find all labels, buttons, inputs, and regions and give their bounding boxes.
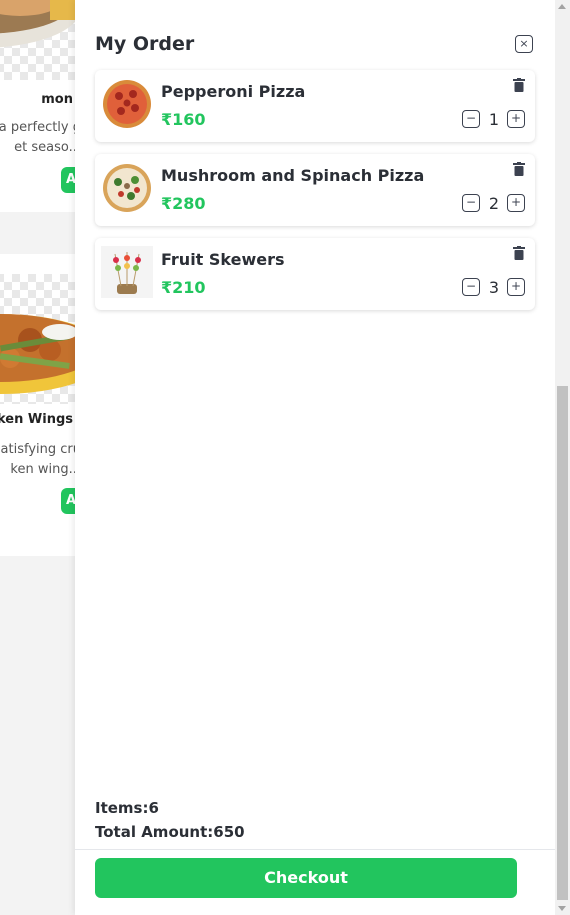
- pepperoni-pizza-image: [101, 78, 153, 130]
- item-name: Mushroom and Spinach Pizza: [161, 166, 425, 185]
- fruit-skewers-image: [101, 246, 153, 298]
- item-quantity: 2: [488, 194, 500, 213]
- decrease-quantity-button[interactable]: −: [462, 110, 480, 128]
- order-drawer: My Order × Pepperoni Pizza ₹160 − 1 + Mu…: [75, 0, 570, 915]
- checkout-button[interactable]: Checkout: [95, 858, 517, 898]
- item-price: ₹210: [161, 278, 206, 297]
- menu-card-salmon: mon a perfectly g et seaso... A: [0, 0, 75, 212]
- item-name: Fruit Skewers: [161, 250, 285, 269]
- total-amount: Total Amount:650: [95, 823, 245, 841]
- item-name: Pepperoni Pizza: [161, 82, 306, 101]
- scroll-down-arrow-icon[interactable]: [558, 906, 566, 911]
- item-quantity: 1: [488, 110, 500, 129]
- increase-quantity-button[interactable]: +: [507, 110, 525, 128]
- menu-card-description: a perfectly g et seaso...: [0, 120, 75, 155]
- menu-card-name: mon: [41, 92, 73, 107]
- add-button[interactable]: A: [61, 488, 75, 514]
- item-price: ₹280: [161, 194, 206, 213]
- trash-icon[interactable]: [513, 246, 525, 260]
- scrollbar[interactable]: [555, 0, 570, 915]
- order-item: Pepperoni Pizza ₹160 − 1 +: [95, 70, 535, 142]
- increase-quantity-button[interactable]: +: [507, 194, 525, 212]
- items-count: Items:6: [95, 799, 159, 817]
- order-item: Fruit Skewers ₹210 − 3 +: [95, 238, 535, 310]
- scroll-thumb[interactable]: [557, 386, 568, 900]
- trash-icon[interactable]: [513, 78, 525, 92]
- scroll-up-arrow-icon[interactable]: [558, 4, 566, 9]
- order-summary: Items:6 Total Amount:650: [95, 796, 245, 844]
- menu-card-chicken-wings: cken Wings atisfying cru ken wing... A: [0, 254, 75, 556]
- decrease-quantity-button[interactable]: −: [462, 194, 480, 212]
- mushroom-spinach-pizza-image: [101, 162, 153, 214]
- menu-background: mon a perfectly g et seaso... A cken Win…: [0, 0, 75, 915]
- item-quantity: 3: [488, 278, 500, 297]
- menu-card-name: cken Wings: [0, 412, 73, 427]
- chicken-wings-image: [0, 274, 75, 404]
- menu-card-description: atisfying cru ken wing...: [0, 442, 75, 477]
- order-items-list: Pepperoni Pizza ₹160 − 1 + Mushroom and …: [95, 70, 535, 322]
- order-item: Mushroom and Spinach Pizza ₹280 − 2 +: [95, 154, 535, 226]
- close-icon[interactable]: ×: [515, 35, 533, 53]
- add-button[interactable]: A: [61, 167, 75, 193]
- divider: [75, 849, 555, 850]
- salmon-image: [0, 0, 75, 80]
- item-price: ₹160: [161, 110, 206, 129]
- increase-quantity-button[interactable]: +: [507, 278, 525, 296]
- trash-icon[interactable]: [513, 162, 525, 176]
- drawer-title: My Order: [95, 33, 195, 55]
- decrease-quantity-button[interactable]: −: [462, 278, 480, 296]
